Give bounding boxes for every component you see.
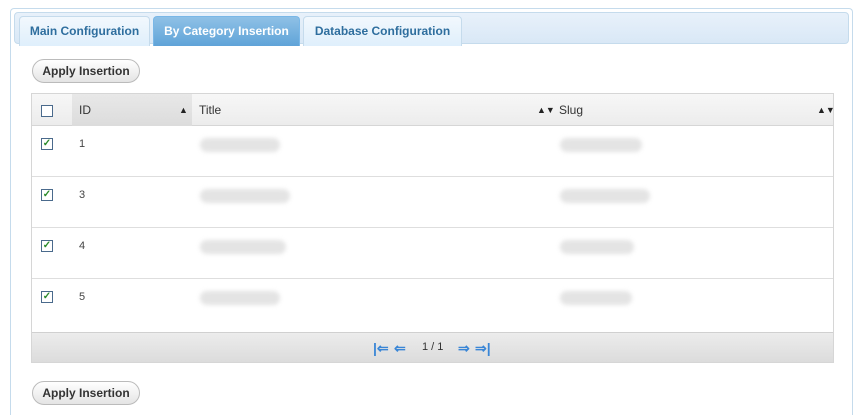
prev-page-icon[interactable]: ⇐ <box>394 340 406 356</box>
row-id: 1 <box>79 138 86 150</box>
sort-both-icon: ▲▼ <box>817 105 835 115</box>
tab-database-configuration[interactable]: Database Configuration <box>303 16 462 46</box>
grid-pager: |⇐ ⇐ 1 / 1 ⇒ ⇒| <box>32 332 833 362</box>
sort-ascending-icon: ▲ <box>179 105 188 115</box>
table-row[interactable]: ✓ 3 <box>32 177 833 228</box>
next-page-icon[interactable]: ⇒ <box>458 340 470 356</box>
redacted-title <box>200 189 290 203</box>
table-row[interactable]: ✓ 4 <box>32 228 833 279</box>
row-checkbox[interactable]: ✓ <box>41 240 53 252</box>
redacted-slug <box>560 240 634 254</box>
page-info: 1 / 1 <box>422 341 444 353</box>
row-checkbox[interactable]: ✓ <box>41 189 53 201</box>
redacted-title <box>200 240 286 254</box>
last-page-icon[interactable]: ⇒| <box>475 340 491 356</box>
apply-insertion-button-top[interactable]: Apply Insertion <box>32 59 140 83</box>
column-header-id-label: ID <box>79 103 91 117</box>
redacted-slug <box>560 291 632 305</box>
column-header-title-label: Title <box>199 103 222 117</box>
redacted-slug <box>560 138 642 152</box>
table-row[interactable]: ✓ 5 <box>32 279 833 332</box>
redacted-slug <box>560 189 650 203</box>
row-checkbox[interactable]: ✓ <box>41 291 53 303</box>
column-header-id[interactable]: ID ▲ <box>72 94 192 126</box>
redacted-title <box>200 291 280 305</box>
tab-main-configuration[interactable]: Main Configuration <box>19 16 150 46</box>
settings-panel: Main Configuration By Category Insertion… <box>10 8 853 415</box>
row-id: 4 <box>79 240 86 252</box>
row-id: 5 <box>79 291 86 303</box>
row-id: 3 <box>79 189 86 201</box>
first-page-icon[interactable]: |⇐ <box>373 340 389 356</box>
column-header-slug-label: Slug <box>559 103 584 117</box>
redacted-title <box>200 138 280 152</box>
grid-header: ID ▲ Title ▲▼ Slug ▲▼ <box>32 94 835 126</box>
tab-bar: Main Configuration By Category Insertion… <box>14 12 849 46</box>
column-header-title[interactable]: Title ▲▼ <box>192 94 555 126</box>
tab-by-category-insertion[interactable]: By Category Insertion <box>153 16 300 46</box>
column-header-slug[interactable]: Slug ▲▼ <box>552 94 835 126</box>
apply-insertion-button-bottom[interactable]: Apply Insertion <box>32 381 140 405</box>
row-checkbox[interactable]: ✓ <box>41 138 53 150</box>
table-row[interactable]: ✓ 1 <box>32 126 833 177</box>
category-grid: ID ▲ Title ▲▼ Slug ▲▼ ✓ 1 ✓ 3 ✓ 4 ✓ 5 |⇐… <box>31 93 835 363</box>
select-all-checkbox[interactable] <box>41 105 53 117</box>
